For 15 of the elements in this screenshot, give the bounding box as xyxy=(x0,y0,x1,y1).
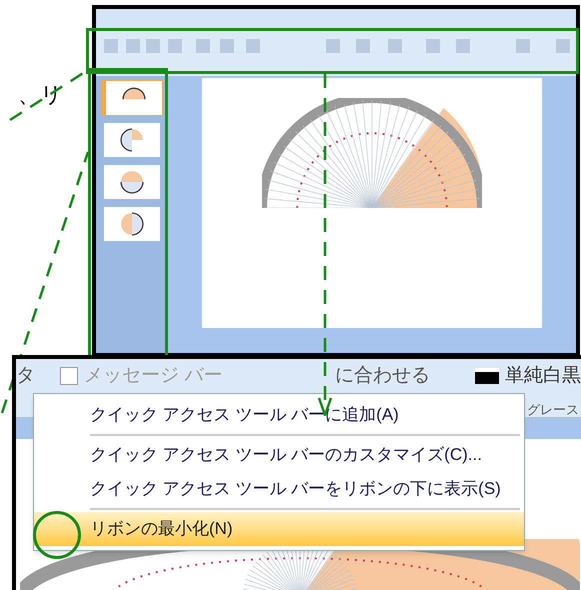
ribbon-label: グレース xyxy=(527,402,579,417)
menu-item[interactable]: クイック アクセス ツール バーに追加(A) xyxy=(34,398,524,432)
checkbox[interactable] xyxy=(60,367,78,386)
menu-item[interactable]: クイック アクセス ツール バーのカスタマイズ(C)... xyxy=(34,438,524,472)
ribbon-label: タ xyxy=(16,365,35,386)
slide-thumbnail[interactable] xyxy=(101,80,163,116)
color-swatch-icon xyxy=(475,368,499,384)
slide-thumbnail[interactable] xyxy=(101,164,163,200)
ribbon-label: 単純白黒 xyxy=(505,364,581,388)
slide-thumbnail[interactable] xyxy=(101,122,163,158)
ribbon-label: に合わせる xyxy=(335,365,430,386)
menu-item[interactable]: リボンの最小化(N) xyxy=(34,512,524,546)
slide-thumbnail[interactable] xyxy=(101,206,163,242)
menu-item[interactable]: クイック アクセス ツール バーをリボンの下に表示(S) xyxy=(34,472,524,506)
checkbox-label: メッセージ バー xyxy=(84,364,222,388)
